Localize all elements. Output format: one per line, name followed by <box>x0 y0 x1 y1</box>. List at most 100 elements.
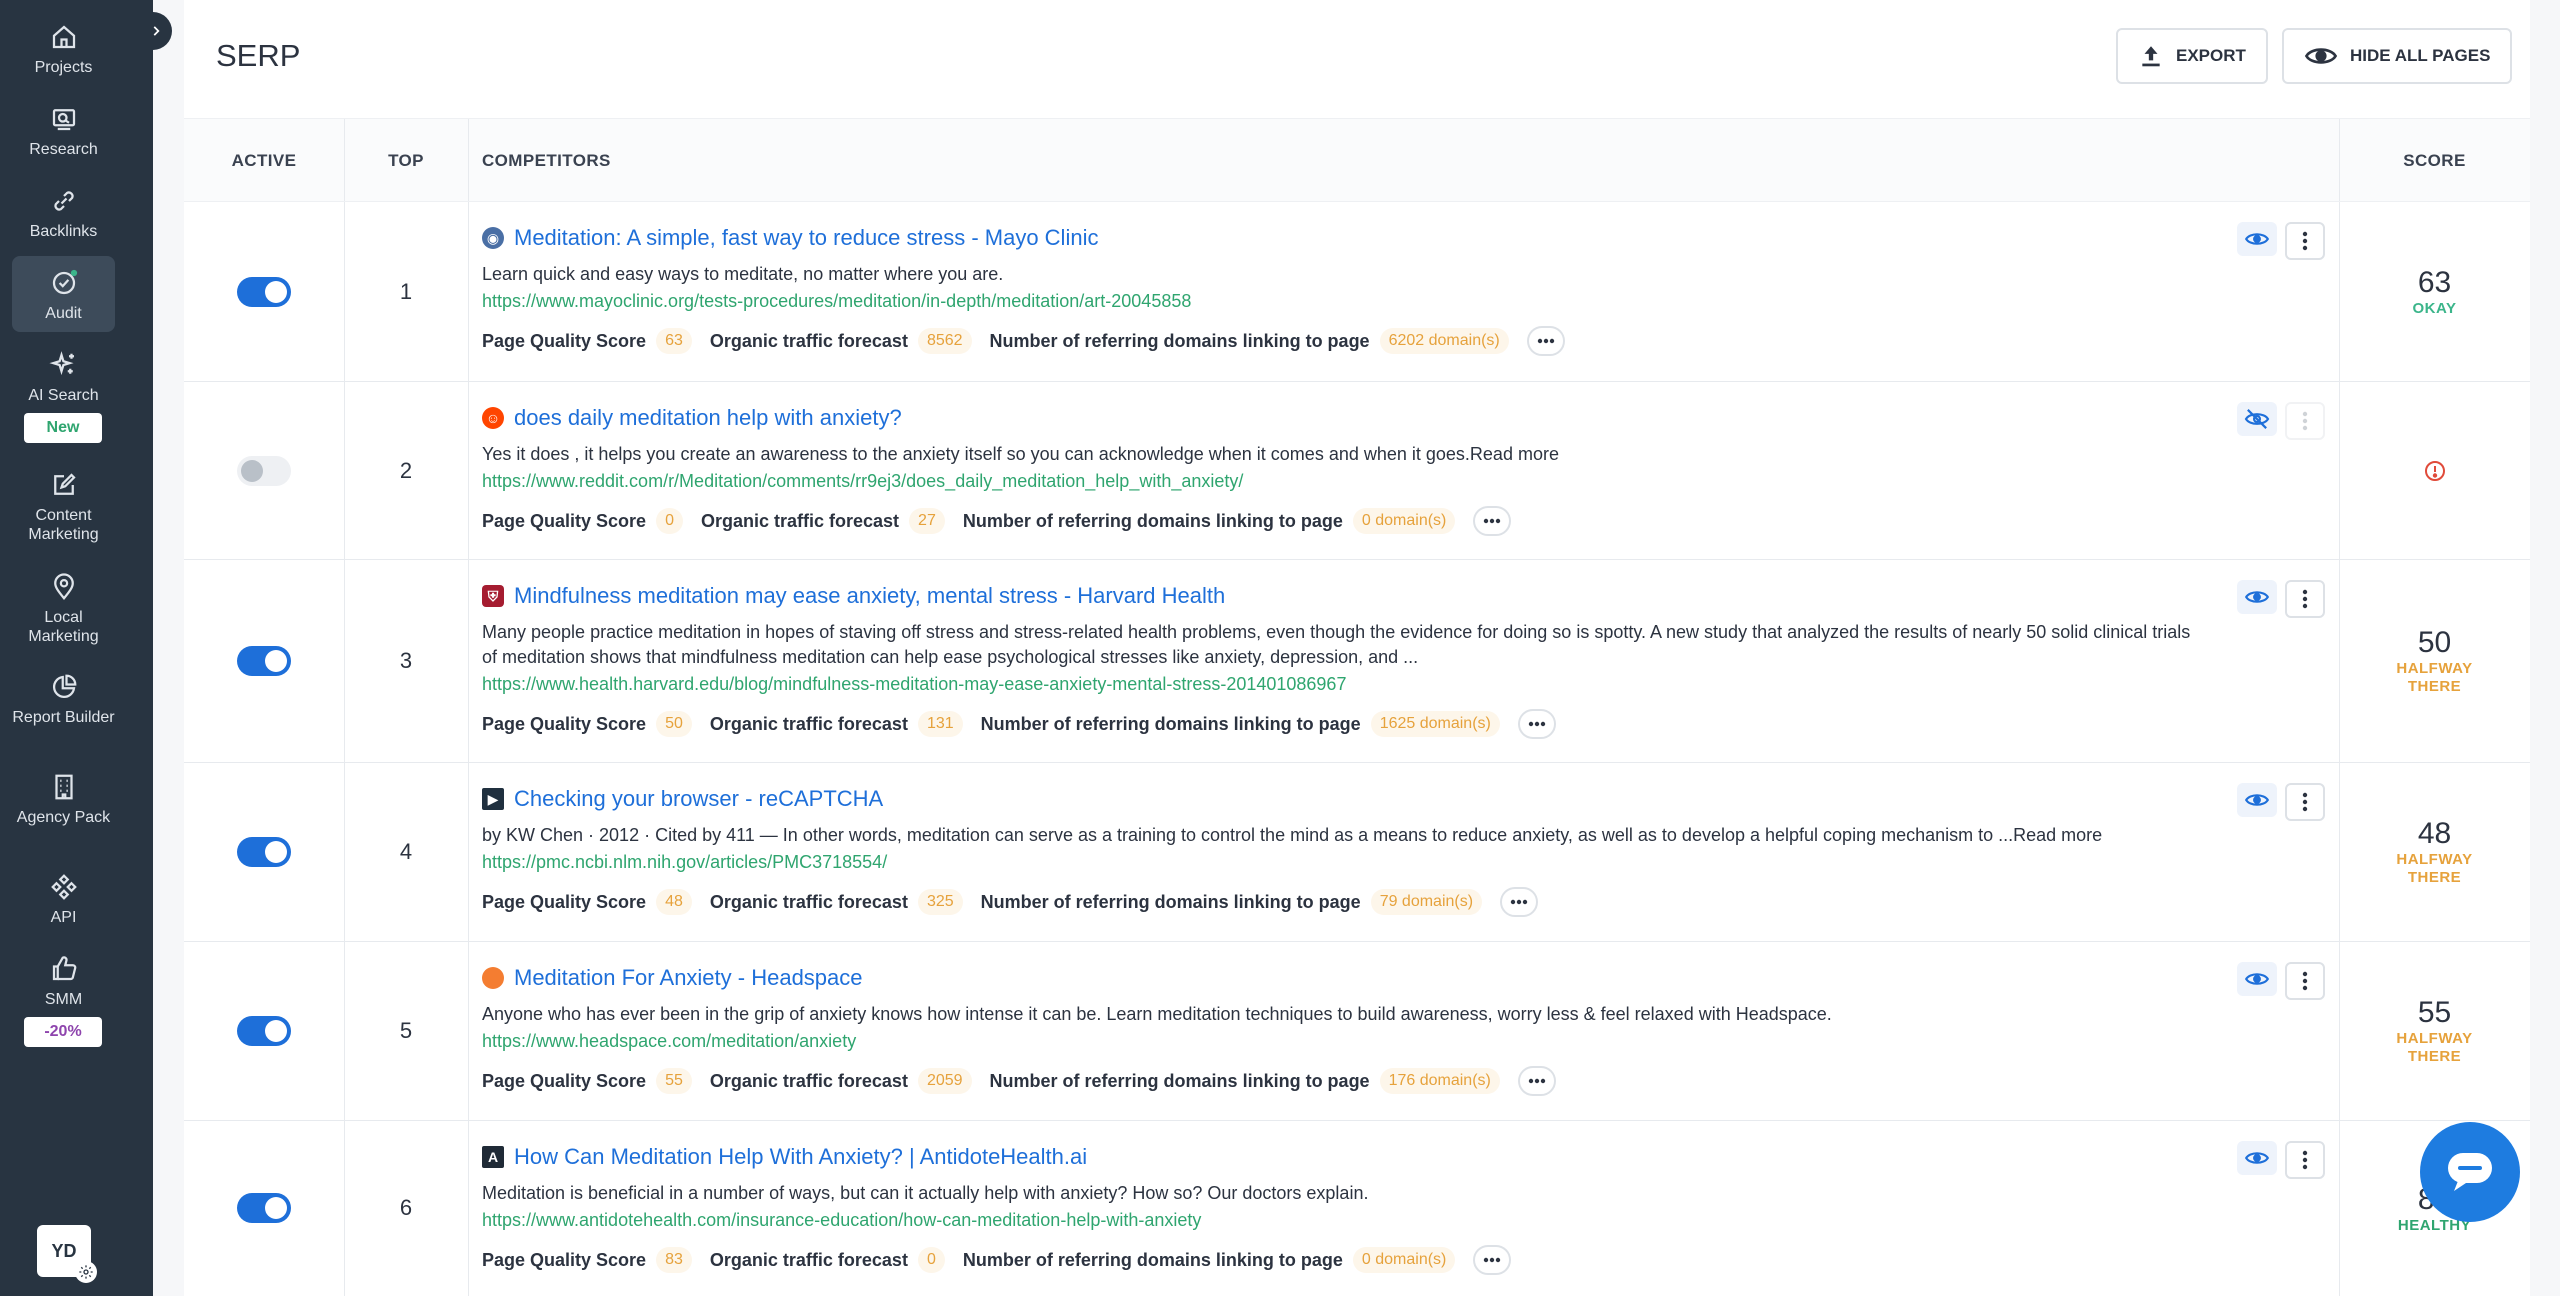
metric-label: Page Quality Score <box>482 713 647 734</box>
row-menu-button[interactable] <box>2285 580 2325 618</box>
toggle-visibility-button[interactable] <box>2237 1141 2277 1175</box>
row-menu-button[interactable] <box>2285 222 2325 260</box>
competitor-url[interactable]: https://www.reddit.com/r/Meditation/comm… <box>482 471 2325 492</box>
score-cell: 48 HALFWAY THERE <box>2339 763 2530 941</box>
nav-label: Local Marketing <box>28 609 99 645</box>
toggle-visibility-button[interactable] <box>2237 402 2277 436</box>
competitor-title: Mindfulness meditation may ease anxiety,… <box>514 583 1226 608</box>
avatar-initials: YD <box>51 1240 77 1261</box>
traffic-value: 325 <box>917 889 963 915</box>
toggle-visibility-button[interactable] <box>2237 783 2277 817</box>
kebab-icon <box>2302 589 2308 609</box>
score-cell: 63 OKAY <box>2339 202 2530 381</box>
table-row: 6 A How Can Meditation Help With Anxiety… <box>184 1121 2530 1296</box>
row-menu-button[interactable] <box>2285 962 2325 1000</box>
score-value: 50 <box>2417 626 2452 659</box>
avatar[interactable]: YD <box>37 1225 97 1283</box>
metric-label: Number of referring domains linking to p… <box>962 1249 1343 1270</box>
nav-report-builder[interactable]: Report Builder <box>12 672 115 748</box>
more-metrics-button[interactable] <box>1517 1066 1556 1096</box>
col-top: TOP <box>388 151 424 170</box>
sidebar-collapse-button[interactable] <box>138 12 172 50</box>
nav-label: Backlinks <box>29 223 98 240</box>
rank: 1 <box>399 278 413 304</box>
nav-local-marketing[interactable]: Local Marketing <box>12 572 115 648</box>
nav-content-marketing[interactable]: Content Marketing <box>12 470 115 546</box>
more-metrics-button[interactable] <box>1473 1245 1512 1275</box>
mayo-clinic-favicon-icon: ◉ <box>482 227 504 249</box>
edit-icon <box>53 473 76 495</box>
more-metrics-button[interactable] <box>1517 709 1556 739</box>
quality-score-value: 55 <box>656 1068 692 1094</box>
metrics: Page Quality Score 63 Organic traffic fo… <box>482 326 2325 356</box>
active-toggle[interactable] <box>237 646 291 676</box>
nav-agency-pack[interactable]: Agency Pack <box>12 772 115 848</box>
col-active: ACTIVE <box>231 151 297 170</box>
nav-backlinks[interactable]: Backlinks <box>12 186 115 244</box>
metric-label: Number of referring domains linking to p… <box>989 330 1370 351</box>
row-menu-button[interactable] <box>2285 402 2325 440</box>
kebab-icon <box>2302 792 2308 812</box>
metrics: Page Quality Score 48 Organic traffic fo… <box>482 887 2325 917</box>
main-content: SERP EXPORT HIDE ALL PAGES ACTIVE TOP CO… <box>184 0 2530 1296</box>
gear-icon[interactable] <box>75 1261 97 1283</box>
page-title: SERP <box>216 38 301 73</box>
location-pin-icon <box>53 573 74 601</box>
competitor-title-link[interactable]: ▶ Checking your browser - reCAPTCHA <box>482 785 2325 813</box>
chat-support-button[interactable] <box>2420 1122 2520 1222</box>
table-row: 4 ▶ Checking your browser - reCAPTCHA by… <box>184 763 2530 942</box>
quality-score-value: 0 <box>656 508 683 534</box>
nav-ai-search[interactable]: AI Search <box>12 350 115 406</box>
eye-off-icon <box>2244 409 2270 429</box>
error-icon <box>2424 460 2445 481</box>
ellipsis-icon <box>1528 1078 1546 1084</box>
competitor-title-link[interactable]: ⛨ Mindfulness meditation may ease anxiet… <box>482 582 2325 610</box>
active-toggle[interactable] <box>237 1193 291 1223</box>
more-metrics-button[interactable] <box>1526 326 1565 356</box>
score-value: 48 <box>2417 817 2452 850</box>
competitor-title-link[interactable]: ☺ does daily meditation help with anxiet… <box>482 404 2325 432</box>
export-button[interactable]: EXPORT <box>2116 28 2268 84</box>
competitor-title-link[interactable]: A How Can Meditation Help With Anxiety? … <box>482 1143 2325 1171</box>
domains-value: 79 domain(s) <box>1370 889 1483 915</box>
hide-all-pages-button[interactable]: HIDE ALL PAGES <box>2282 28 2513 84</box>
traffic-value: 131 <box>917 711 963 737</box>
competitor-description: Yes it does , it helps you create an awa… <box>482 444 1559 464</box>
eye-icon <box>2244 973 2270 985</box>
competitor-url[interactable]: https://www.health.harvard.edu/blog/mind… <box>482 674 2325 695</box>
kebab-icon <box>2302 1150 2308 1170</box>
more-metrics-button[interactable] <box>1500 887 1539 917</box>
nav-audit[interactable]: Audit <box>12 256 115 332</box>
eye-icon <box>2244 591 2270 603</box>
more-metrics-button[interactable] <box>1473 506 1512 536</box>
nav-api[interactable]: API <box>12 872 115 930</box>
link-icon <box>53 191 74 211</box>
active-toggle[interactable] <box>237 276 291 307</box>
active-toggle[interactable] <box>237 837 291 867</box>
competitor-title-link[interactable]: Meditation For Anxiety - Headspace <box>482 964 2325 992</box>
competitor-url[interactable]: https://www.mayoclinic.org/tests-procedu… <box>482 291 2325 312</box>
competitor-url[interactable]: https://pmc.ncbi.nlm.nih.gov/articles/PM… <box>482 852 2325 873</box>
nav-smm[interactable]: SMM <box>12 954 115 1010</box>
api-icon <box>50 874 77 900</box>
competitor-title-link[interactable]: ◉ Meditation: A simple, fast way to redu… <box>482 224 2325 252</box>
table-row: 2 ☺ does daily meditation help with anxi… <box>184 382 2530 560</box>
competitor-title: Meditation: A simple, fast way to reduce… <box>514 225 1099 250</box>
toggle-visibility-button[interactable] <box>2237 962 2277 996</box>
toggle-visibility-button[interactable] <box>2237 222 2277 256</box>
audit-icon <box>52 269 77 295</box>
nav-projects[interactable]: Projects <box>12 22 115 80</box>
row-menu-button[interactable] <box>2285 783 2325 821</box>
nav-label: Projects <box>34 59 93 76</box>
rank: 2 <box>399 457 413 483</box>
active-toggle[interactable] <box>237 1016 291 1046</box>
active-toggle[interactable] <box>237 455 291 486</box>
col-score: SCORE <box>2403 151 2466 170</box>
eye-icon <box>2244 794 2270 806</box>
score-status: HALFWAY THERE <box>2396 1030 2473 1065</box>
toggle-visibility-button[interactable] <box>2237 580 2277 614</box>
row-menu-button[interactable] <box>2285 1141 2325 1179</box>
nav-research[interactable]: Research <box>12 104 115 162</box>
competitor-url[interactable]: https://www.headspace.com/meditation/anx… <box>482 1031 2325 1052</box>
competitor-url[interactable]: https://www.antidotehealth.com/insurance… <box>482 1210 2325 1231</box>
